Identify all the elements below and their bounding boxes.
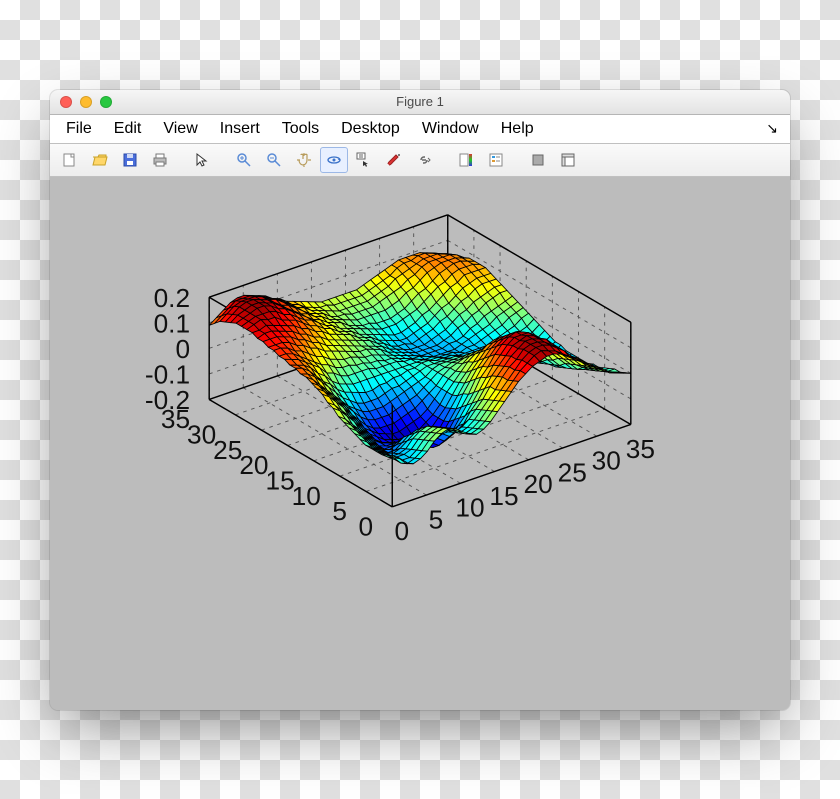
data-cursor-button[interactable] (350, 147, 378, 173)
svg-text:35: 35 (626, 433, 655, 463)
close-icon[interactable] (60, 96, 72, 108)
titlebar[interactable]: Figure 1 (50, 90, 790, 115)
zoom-in-button[interactable] (230, 147, 258, 173)
menu-insert[interactable]: Insert (212, 118, 268, 140)
svg-text:0: 0 (175, 333, 190, 363)
svg-text:30: 30 (592, 445, 621, 475)
surface-plot[interactable]: 0510152025303505101520253035-0.2-0.100.1… (62, 189, 778, 547)
svg-text:30: 30 (187, 419, 216, 449)
zoom-icon[interactable] (100, 96, 112, 108)
svg-text:20: 20 (239, 450, 268, 480)
pan-button[interactable] (290, 147, 318, 173)
svg-text:25: 25 (558, 457, 587, 487)
svg-text:-0.1: -0.1 (145, 359, 190, 389)
svg-text:5: 5 (429, 504, 444, 534)
svg-text:10: 10 (292, 480, 321, 510)
link-button[interactable] (410, 147, 438, 173)
window-title: Figure 1 (50, 94, 790, 109)
legend-button[interactable] (482, 147, 510, 173)
svg-text:0.1: 0.1 (154, 308, 191, 338)
open-button[interactable] (86, 147, 114, 173)
menu-tools[interactable]: Tools (274, 118, 327, 140)
svg-text:0: 0 (394, 516, 409, 546)
svg-text:10: 10 (455, 492, 484, 522)
edit-plot-button[interactable] (188, 147, 216, 173)
menu-edit[interactable]: Edit (106, 118, 150, 140)
svg-text:20: 20 (524, 469, 553, 499)
brush-button[interactable] (380, 147, 408, 173)
toolbar (50, 144, 790, 177)
menu-view[interactable]: View (155, 118, 205, 140)
print-button[interactable] (146, 147, 174, 173)
minimize-icon[interactable] (80, 96, 92, 108)
svg-text:0.2: 0.2 (154, 282, 191, 312)
show-tools-button[interactable] (554, 147, 582, 173)
svg-text:5: 5 (332, 496, 347, 526)
menu-help[interactable]: Help (493, 118, 542, 140)
svg-text:0: 0 (359, 511, 374, 541)
svg-text:25: 25 (213, 434, 242, 464)
menubar: File Edit View Insert Tools Desktop Wind… (50, 115, 790, 144)
zoom-out-button[interactable] (260, 147, 288, 173)
svg-text:15: 15 (265, 465, 294, 495)
dock-icon[interactable]: ↘ (766, 120, 782, 137)
svg-text:15: 15 (489, 480, 518, 510)
colorbar-button[interactable] (452, 147, 480, 173)
svg-text:-0.2: -0.2 (145, 385, 190, 415)
new-figure-button[interactable] (56, 147, 84, 173)
axes-3d[interactable]: 0510152025303505101520253035-0.2-0.100.1… (50, 177, 790, 710)
rotate3d-button[interactable] (320, 147, 348, 173)
menu-file[interactable]: File (58, 118, 100, 140)
menu-desktop[interactable]: Desktop (333, 118, 408, 140)
menu-window[interactable]: Window (414, 118, 487, 140)
traffic-lights (60, 96, 112, 108)
save-button[interactable] (116, 147, 144, 173)
figure-window: Figure 1 File Edit View Insert Tools Des… (50, 90, 790, 710)
hide-tools-button[interactable] (524, 147, 552, 173)
